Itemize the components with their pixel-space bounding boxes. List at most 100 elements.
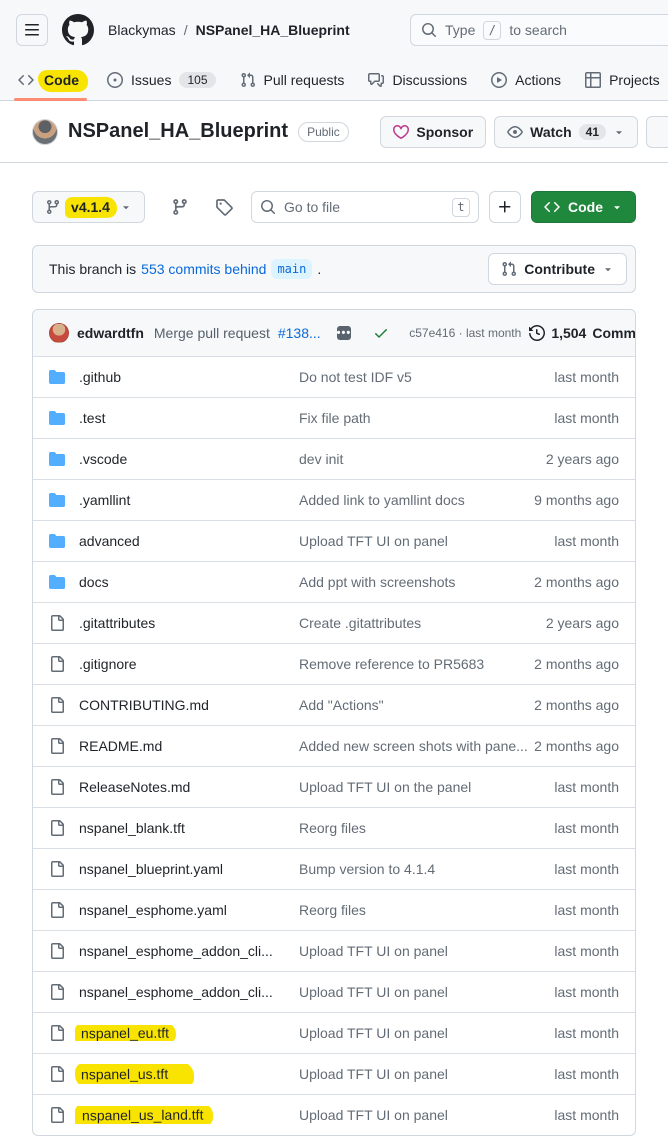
commit-date-link[interactable]: 9 months ago xyxy=(534,492,619,508)
banner-text-suffix: . xyxy=(317,261,321,277)
contribute-button[interactable]: Contribute xyxy=(488,253,627,285)
commit-message-link[interactable]: Upload TFT UI on panel xyxy=(299,984,554,1000)
commit-date-link[interactable]: 2 months ago xyxy=(534,697,619,713)
commit-message-link[interactable]: Upload TFT UI on panel xyxy=(299,943,554,959)
commit-date-link[interactable]: last month xyxy=(554,779,619,795)
commit-date-link[interactable]: last month xyxy=(554,1025,619,1041)
fork-button-clipped[interactable] xyxy=(646,116,668,148)
add-file-button[interactable] xyxy=(489,191,521,223)
commit-message-link[interactable]: Do not test IDF v5 xyxy=(299,369,554,385)
tab-pull-requests[interactable]: Pull requests xyxy=(230,60,355,100)
commit-date-link[interactable]: 2 months ago xyxy=(534,656,619,672)
file-name-link[interactable]: README.md xyxy=(79,738,162,754)
tags-link[interactable] xyxy=(215,198,233,216)
file-name-link[interactable]: .github xyxy=(79,369,121,385)
commit-date-link[interactable]: last month xyxy=(554,1107,619,1123)
commit-message-link[interactable]: Added link to yamllint docs xyxy=(299,492,534,508)
commit-date-link[interactable]: 2 years ago xyxy=(546,451,619,467)
commit-message-link[interactable]: Fix file path xyxy=(299,410,554,426)
tab-discussions[interactable]: Discussions xyxy=(358,60,477,100)
file-name-link[interactable]: nspanel_esphome_addon_cli... xyxy=(79,943,273,959)
file-name-link[interactable]: advanced xyxy=(79,533,140,549)
file-name-link[interactable]: ReleaseNotes.md xyxy=(79,779,190,795)
repo-owner-avatar[interactable] xyxy=(32,119,58,145)
commit-message-link[interactable]: Remove reference to PR5683 xyxy=(299,656,534,672)
file-name-link[interactable]: nspanel_eu.tft xyxy=(75,1025,176,1041)
file-name-link[interactable]: nspanel_us.tft xyxy=(75,1064,194,1084)
commit-message-link[interactable]: Reorg files xyxy=(299,820,554,836)
commits-behind-link[interactable]: 553 commits behind xyxy=(141,261,266,277)
file-name-link[interactable]: .test xyxy=(79,410,105,426)
commit-message-link[interactable]: Added new screen shots with pane... xyxy=(299,738,534,754)
tab-actions[interactable]: Actions xyxy=(481,60,571,100)
file-name-link[interactable]: .gitignore xyxy=(79,656,137,672)
commit-history-link[interactable]: 1,504 Commits xyxy=(529,325,636,341)
file-name-link[interactable]: nspanel_blank.tft xyxy=(79,820,185,836)
commit-date-link[interactable]: last month xyxy=(554,533,619,549)
commit-author-name[interactable]: edwardtfn xyxy=(77,325,144,341)
commit-message-link[interactable]: Add "Actions" xyxy=(299,697,534,713)
folder-icon xyxy=(49,369,65,385)
commit-message-link[interactable]: Upload TFT UI on panel xyxy=(299,1066,554,1082)
checks-passed-icon[interactable] xyxy=(373,325,389,341)
table-row: .test Fix file path last month xyxy=(33,397,635,438)
watch-button[interactable]: Watch 41 xyxy=(494,116,638,148)
chevron-down-icon xyxy=(613,126,625,138)
file-name-link[interactable]: nspanel_us_land.tft xyxy=(75,1106,214,1124)
branch-selector-button[interactable]: v4.1.4 xyxy=(32,191,145,223)
commit-date-link[interactable]: last month xyxy=(554,943,619,959)
commit-date-link[interactable]: 2 months ago xyxy=(534,574,619,590)
breadcrumb-owner[interactable]: Blackymas xyxy=(108,22,176,38)
global-search-input[interactable]: Type / to search xyxy=(410,14,668,46)
commit-message-link[interactable]: dev init xyxy=(299,451,546,467)
commit-message-link[interactable]: Upload TFT UI on panel xyxy=(299,1025,554,1041)
file-name-link[interactable]: .gitattributes xyxy=(79,615,155,631)
branches-link[interactable] xyxy=(171,198,189,216)
commit-date-link[interactable]: last month xyxy=(554,984,619,1000)
code-dropdown-button[interactable]: Code xyxy=(531,191,636,223)
file-name-link[interactable]: docs xyxy=(79,574,109,590)
commit-message-link[interactable]: Add ppt with screenshots xyxy=(299,574,534,590)
tab-code[interactable]: Code xyxy=(8,60,93,100)
commit-message-link[interactable]: Reorg files xyxy=(299,902,554,918)
sponsor-button[interactable]: Sponsor xyxy=(380,116,486,148)
file-name-link[interactable]: CONTRIBUTING.md xyxy=(79,697,209,713)
main-branch-chip[interactable]: main xyxy=(271,259,312,279)
tab-pull-requests-label: Pull requests xyxy=(264,72,345,88)
eye-icon xyxy=(507,124,523,140)
commit-date-link[interactable]: 2 years ago xyxy=(546,615,619,631)
hamburger-menu-button[interactable] xyxy=(16,14,48,46)
commit-message-link[interactable]: Upload TFT UI on the panel xyxy=(299,779,554,795)
file-name-link[interactable]: nspanel_esphome.yaml xyxy=(79,902,227,918)
commit-date-link[interactable]: last month xyxy=(554,1066,619,1082)
file-name-link[interactable]: .vscode xyxy=(79,451,127,467)
commit-date-link[interactable]: 2 months ago xyxy=(534,738,619,754)
git-pull-request-icon xyxy=(240,72,256,88)
breadcrumb-repo[interactable]: NSPanel_HA_Blueprint xyxy=(196,22,350,38)
commits-count: 1,504 xyxy=(551,325,586,341)
commit-pr-link[interactable]: #138... xyxy=(278,325,321,341)
three-bars-icon xyxy=(24,22,40,38)
tab-projects[interactable]: Projects xyxy=(575,60,668,100)
tab-issues[interactable]: Issues 105 xyxy=(97,60,226,100)
commit-date-link[interactable]: last month xyxy=(554,820,619,836)
commit-message[interactable]: Merge pull request xyxy=(154,325,270,341)
commit-author-avatar[interactable] xyxy=(49,323,69,343)
commit-message-link[interactable]: Bump version to 4.1.4 xyxy=(299,861,554,877)
file-name-link[interactable]: nspanel_blueprint.yaml xyxy=(79,861,223,877)
commit-date-link[interactable]: last month xyxy=(554,369,619,385)
commit-message-link[interactable]: Upload TFT UI on panel xyxy=(299,533,554,549)
go-to-file-input[interactable]: Go to file t xyxy=(251,191,479,223)
commit-date-link[interactable]: last month xyxy=(554,902,619,918)
file-name-link[interactable]: nspanel_esphome_addon_cli... xyxy=(79,984,273,1000)
commit-message-link[interactable]: Upload TFT UI on panel xyxy=(299,1107,554,1123)
file-name-link[interactable]: .yamllint xyxy=(79,492,130,508)
commit-sha-date[interactable]: c57e416 · last month xyxy=(409,326,521,340)
commit-message-link[interactable]: Create .gitattributes xyxy=(299,615,546,631)
commit-date-link[interactable]: last month xyxy=(554,410,619,426)
page-title[interactable]: NSPanel_HA_Blueprint xyxy=(68,120,288,143)
commit-ellipsis-button[interactable]: ••• xyxy=(337,326,352,340)
file-browser-table: edwardtfn Merge pull request #138... •••… xyxy=(32,309,636,1136)
github-logo-icon[interactable] xyxy=(62,14,94,46)
commit-date-link[interactable]: last month xyxy=(554,861,619,877)
